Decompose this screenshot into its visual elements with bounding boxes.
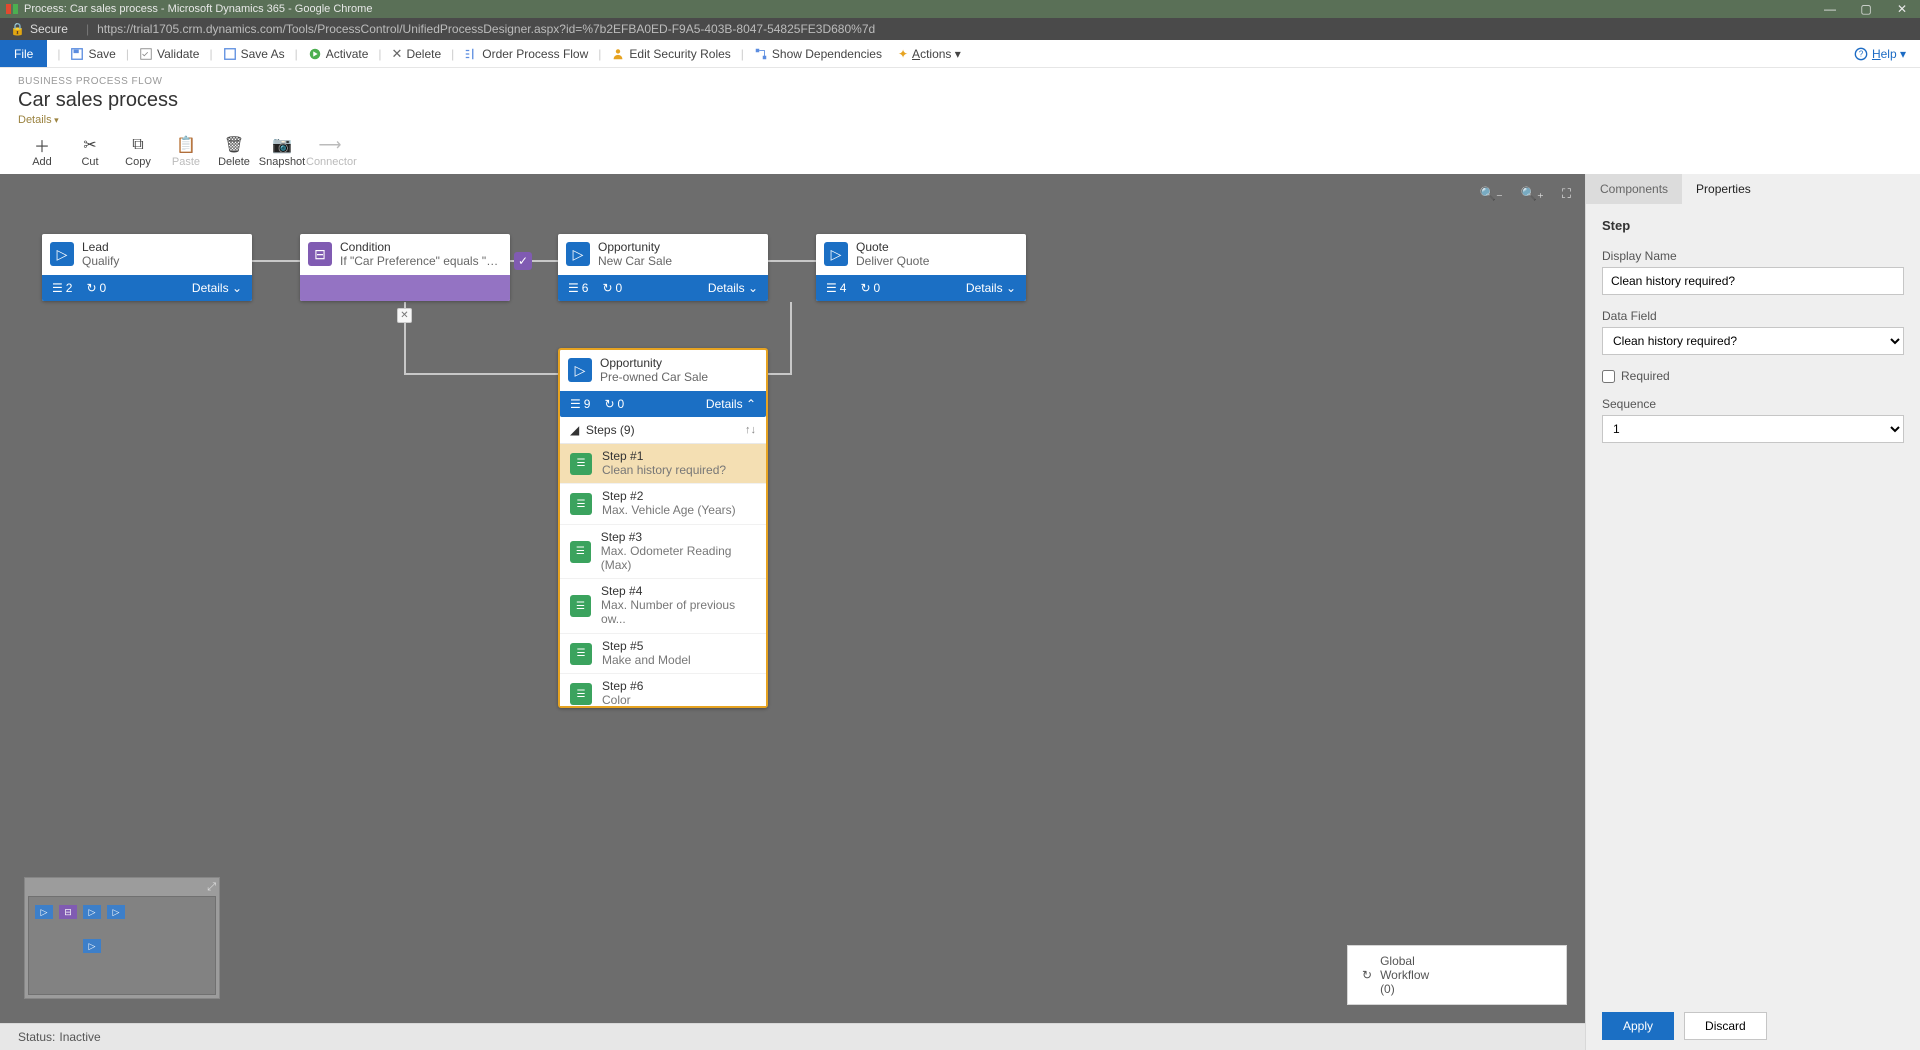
- required-label: Required: [1621, 369, 1670, 383]
- stage-lead[interactable]: ▷ LeadQualify ☰ 2 ↻ 0 Details ⌄: [42, 234, 252, 301]
- window-close[interactable]: ✕: [1884, 0, 1920, 18]
- display-name-label: Display Name: [1602, 249, 1904, 263]
- connector-tool[interactable]: ⟶Connector: [306, 134, 354, 168]
- delete-button[interactable]: ✕Delete: [384, 40, 450, 67]
- page-header: BUSINESS PROCESS FLOW Car sales process …: [0, 68, 1920, 130]
- designer-toolbar: ＋Add ✂Cut ⧉Copy 📋Paste 🗑Delete 📷Snapshot…: [0, 130, 1920, 174]
- window-title: Process: Car sales process - Microsoft D…: [24, 3, 372, 15]
- steps-count: ☰ 2: [52, 281, 72, 295]
- data-field-select[interactable]: Clean history required?: [1602, 327, 1904, 355]
- snapshot-tool[interactable]: 📷Snapshot: [258, 134, 306, 168]
- steps-reorder[interactable]: ↑↓: [745, 424, 756, 436]
- cut-tool[interactable]: ✂Cut: [66, 134, 114, 168]
- file-menu[interactable]: File: [0, 40, 47, 67]
- command-bar: File | Save | Validate | Save As | Activ…: [0, 40, 1920, 68]
- stage-preowned-car-sale[interactable]: ▷ OpportunityPre-owned Car Sale ☰ 9 ↻ 0 …: [558, 348, 768, 708]
- designer-canvas[interactable]: 🔍₋ 🔍₊ ⛶ ▷ LeadQualify ☰ 2 ↻ 0: [0, 174, 1585, 1023]
- step-icon: ☰: [570, 453, 592, 475]
- activate-button[interactable]: Activate: [300, 40, 377, 67]
- show-dependencies-button[interactable]: Show Dependencies: [746, 40, 890, 67]
- zoom-in-icon[interactable]: 🔍₊: [1521, 186, 1544, 202]
- canvas-controls: 🔍₋ 🔍₊ ⛶: [1480, 186, 1571, 202]
- paste-tool[interactable]: 📋Paste: [162, 134, 210, 168]
- tab-components[interactable]: Components: [1586, 174, 1682, 204]
- svg-text:?: ?: [1859, 49, 1864, 58]
- stage-icon: ▷: [50, 242, 74, 266]
- add-tool[interactable]: ＋Add: [18, 134, 66, 168]
- stage-icon: ▷: [566, 242, 590, 266]
- url-text[interactable]: https://trial1705.crm.dynamics.com/Tools…: [97, 22, 875, 36]
- window-maximize[interactable]: ▢: [1848, 0, 1884, 18]
- step-item[interactable]: ☰Step #2Max. Vehicle Age (Years): [560, 484, 766, 525]
- app-icon: [6, 4, 18, 14]
- step-icon: ☰: [570, 643, 592, 665]
- refresh-count: ↻ 0: [86, 281, 106, 295]
- zoom-out-icon[interactable]: 🔍₋: [1480, 186, 1503, 202]
- entity-type: BUSINESS PROCESS FLOW: [18, 76, 1902, 87]
- tab-properties[interactable]: Properties: [1682, 174, 1765, 204]
- stage-icon: ▷: [568, 358, 592, 382]
- window-titlebar: Process: Car sales process - Microsoft D…: [0, 0, 1920, 18]
- actions-menu[interactable]: ✦AActionsctions ▾: [890, 40, 969, 67]
- condition-delete-icon[interactable]: ✕: [397, 308, 412, 323]
- step-item[interactable]: ☰Step #1Clean history required?: [560, 444, 766, 485]
- secure-label: Secure: [30, 22, 68, 36]
- condition-true-icon: ✓: [514, 252, 532, 270]
- step-icon: ☰: [570, 683, 592, 705]
- steps-panel: ◢ Steps (9) ↑↓ ☰Step #1Clean history req…: [560, 417, 766, 706]
- copy-tool[interactable]: ⧉Copy: [114, 134, 162, 168]
- properties-section-title: Step: [1602, 218, 1904, 233]
- minimap[interactable]: ⤢ ▷ ⊟ ▷ ▷ ▷: [24, 877, 220, 999]
- save-button[interactable]: Save: [62, 40, 123, 67]
- page-title: Car sales process: [18, 89, 1902, 112]
- address-bar: 🔒 Secure | https://trial1705.crm.dynamic…: [0, 18, 1920, 40]
- window-minimize[interactable]: —: [1812, 0, 1848, 18]
- required-checkbox[interactable]: [1602, 370, 1615, 383]
- step-icon: ☰: [570, 493, 592, 515]
- details-toggle[interactable]: Details ⌄: [192, 281, 242, 295]
- workflow-icon: ↻: [1362, 968, 1372, 982]
- data-field-label: Data Field: [1602, 309, 1904, 323]
- sequence-label: Sequence: [1602, 397, 1904, 411]
- condition-node[interactable]: ⊟ ConditionIf "Car Preference" equals "N…: [300, 234, 510, 301]
- details-toggle[interactable]: Details ⌄: [708, 281, 758, 295]
- step-item[interactable]: ☰Step #6Color: [560, 674, 766, 705]
- step-item[interactable]: ☰Step #3Max. Odometer Reading (Max): [560, 525, 766, 579]
- step-icon: ☰: [570, 541, 591, 563]
- steps-header: Steps (9): [586, 423, 635, 437]
- delete-tool[interactable]: 🗑Delete: [210, 134, 258, 168]
- status-bar: Status:Inactive: [0, 1023, 1585, 1050]
- minimap-expand-icon[interactable]: ⤢: [207, 881, 216, 894]
- help-link[interactable]: ?Help ▾: [1854, 47, 1906, 61]
- lock-icon: 🔒: [10, 22, 25, 36]
- details-toggle[interactable]: Details ⌄: [966, 281, 1016, 295]
- edit-security-roles-button[interactable]: Edit Security Roles: [603, 40, 738, 67]
- details-collapse[interactable]: Details ⌃: [706, 397, 756, 411]
- display-name-input[interactable]: [1602, 267, 1904, 295]
- order-process-button[interactable]: Order Process Flow: [456, 40, 596, 67]
- stage-quote[interactable]: ▷ QuoteDeliver Quote ☰ 4 ↻ 0 Details ⌄: [816, 234, 1026, 301]
- step-item[interactable]: ☰Step #5Make and Model: [560, 634, 766, 675]
- stage-new-car-sale[interactable]: ▷ OpportunityNew Car Sale ☰ 6 ↻ 0 Detail…: [558, 234, 768, 301]
- step-item[interactable]: ☰Step #4Max. Number of previous ow...: [560, 579, 766, 633]
- save-as-button[interactable]: Save As: [215, 40, 293, 67]
- step-icon: ☰: [570, 595, 591, 617]
- validate-button[interactable]: Validate: [131, 40, 207, 67]
- properties-panel: Components Properties Step Display Name …: [1585, 174, 1920, 1050]
- discard-button[interactable]: Discard: [1684, 1012, 1767, 1040]
- apply-button[interactable]: Apply: [1602, 1012, 1674, 1040]
- details-toggle[interactable]: Details: [18, 114, 1902, 126]
- fit-screen-icon[interactable]: ⛶: [1562, 186, 1571, 202]
- stage-icon: ▷: [824, 242, 848, 266]
- global-workflow-bar[interactable]: ↻Global Workflow (0) ⌃: [1347, 945, 1567, 1005]
- condition-icon: ⊟: [308, 242, 332, 266]
- sequence-select[interactable]: 1: [1602, 415, 1904, 443]
